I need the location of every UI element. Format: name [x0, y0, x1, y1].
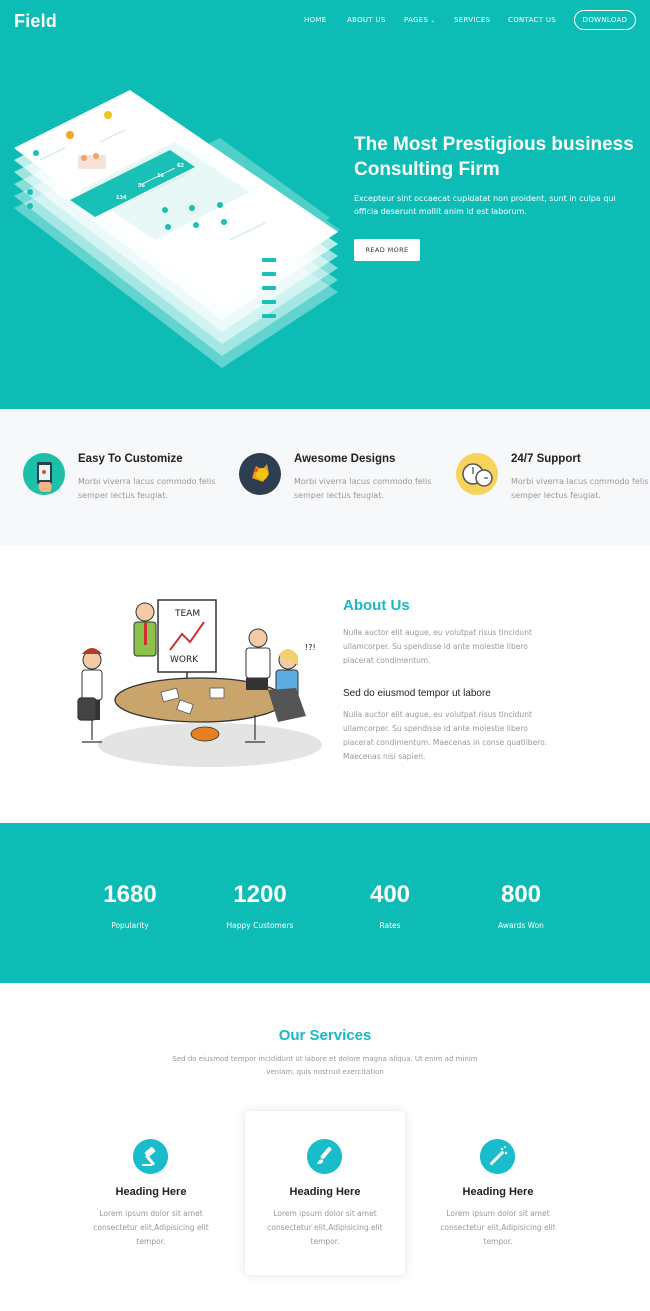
- teamwork-chart-title: TEAM: [174, 609, 200, 619]
- hero-description: Excepteur sint occaecat cupidatat non pr…: [354, 194, 616, 216]
- stat-item: 1680 Popularity: [65, 881, 195, 930]
- hand-tablet-icon: [23, 453, 65, 495]
- service-card-title: Heading Here: [462, 1186, 534, 1198]
- stat-value: 400: [369, 881, 411, 908]
- about-paragraph-2: Nulla auctor elit augue, eu volutpat ris…: [343, 710, 547, 761]
- stat-label: Rates: [379, 921, 401, 930]
- service-card[interactable]: Heading Here Lorem ipsum dolor sit amet …: [418, 1111, 578, 1275]
- download-button[interactable]: DOWNLOAD: [574, 10, 636, 30]
- read-more-button[interactable]: READ MORE: [354, 239, 420, 261]
- nav-contact-us[interactable]: CONTACT US: [508, 16, 556, 24]
- feature-title: Easy To Customize: [78, 453, 183, 465]
- stat-item: 400 Rates: [325, 881, 455, 930]
- nav-pages[interactable]: PAGES ⌄: [404, 16, 436, 24]
- feature-title: 24/7 Support: [511, 453, 581, 465]
- service-card[interactable]: Heading Here Lorem ipsum dolor sit amet …: [71, 1111, 231, 1275]
- services-section: Our Services Sed do eiusmod tempor incid…: [0, 983, 650, 1311]
- nav-services[interactable]: SERVICES: [454, 16, 490, 24]
- feature-text: Morbi viverra lacus commodo felis semper…: [511, 477, 649, 500]
- mockup-stat-4: 62: [177, 163, 184, 169]
- stat-label: Popularity: [111, 921, 149, 930]
- hero-title: The Most Prestigious business Consulting…: [354, 134, 634, 180]
- features-section: Easy To Customize Morbi viverra lacus co…: [0, 409, 650, 545]
- about-section: TEAM WORK !?! About Us Nulla auctor elit…: [0, 545, 650, 823]
- feature-item: Awesome Designs Morbi viverra lacus comm…: [238, 409, 448, 545]
- stats-section: 1680 Popularity 1200 Happy Customers 400…: [0, 823, 650, 983]
- feature-item: 24/7 Support Morbi viverra lacus commodo…: [455, 409, 650, 545]
- teamwork-chart-caption: WORK: [170, 655, 199, 665]
- feature-text: Morbi viverra lacus commodo felis semper…: [294, 477, 432, 500]
- paint-brush-icon: [307, 1139, 342, 1174]
- stat-item: 1200 Happy Customers: [195, 881, 325, 930]
- magic-wand-icon: [480, 1139, 515, 1174]
- feature-text: Morbi viverra lacus commodo felis semper…: [78, 477, 216, 500]
- service-card-title: Heading Here: [115, 1186, 187, 1198]
- service-card-title: Heading Here: [289, 1186, 361, 1198]
- stat-value: 1680: [103, 881, 157, 908]
- teamwork-meeting-illustration: TEAM WORK !?!: [77, 599, 322, 767]
- about-title: About Us: [343, 597, 410, 614]
- service-card-text: Lorem ipsum dolor sit amet consectetur e…: [93, 1209, 209, 1246]
- surprise-marks: !?!: [305, 643, 316, 652]
- service-card-text: Lorem ipsum dolor sit amet consectetur e…: [267, 1209, 383, 1246]
- service-card[interactable]: Heading Here Lorem ipsum dolor sit amet …: [245, 1111, 405, 1275]
- mockup-stat-1: 134: [116, 195, 127, 201]
- services-title: Our Services: [278, 1027, 372, 1044]
- gavel-icon: [133, 1139, 168, 1174]
- services-subtitle: Sed do eiusmod tempor incididunt ut labo…: [172, 1055, 478, 1076]
- clock-icon: [456, 453, 498, 495]
- stat-label: Awards Won: [498, 921, 544, 930]
- nav-pages-label: PAGES: [404, 16, 429, 24]
- nav-home[interactable]: HOME: [304, 16, 326, 24]
- idea-bulb-icon: [239, 453, 281, 495]
- about-subtitle: Sed do eiusmod tempor ut labore: [343, 688, 491, 699]
- feature-item: Easy To Customize Morbi viverra lacus co…: [22, 409, 232, 545]
- stat-value: 800: [500, 881, 542, 908]
- hero-section: Field HOME ABOUT US PAGES ⌄ SERVICES CONT…: [0, 0, 650, 409]
- main-nav: HOME ABOUT US PAGES ⌄ SERVICES CONTACT US: [0, 16, 650, 26]
- nav-about-us[interactable]: ABOUT US: [347, 16, 386, 24]
- stat-item: 800 Awards Won: [456, 881, 586, 930]
- about-paragraph: Nulla auctor elit augue, eu volutpat ris…: [343, 628, 532, 665]
- chevron-down-icon: ⌄: [430, 17, 436, 24]
- hero-mockup-illustration: 134 56 16 62: [14, 90, 340, 368]
- service-card-text: Lorem ipsum dolor sit amet consectetur e…: [440, 1209, 556, 1246]
- stat-label: Happy Customers: [226, 921, 294, 930]
- stat-value: 1200: [233, 881, 287, 908]
- feature-title: Awesome Designs: [294, 453, 396, 465]
